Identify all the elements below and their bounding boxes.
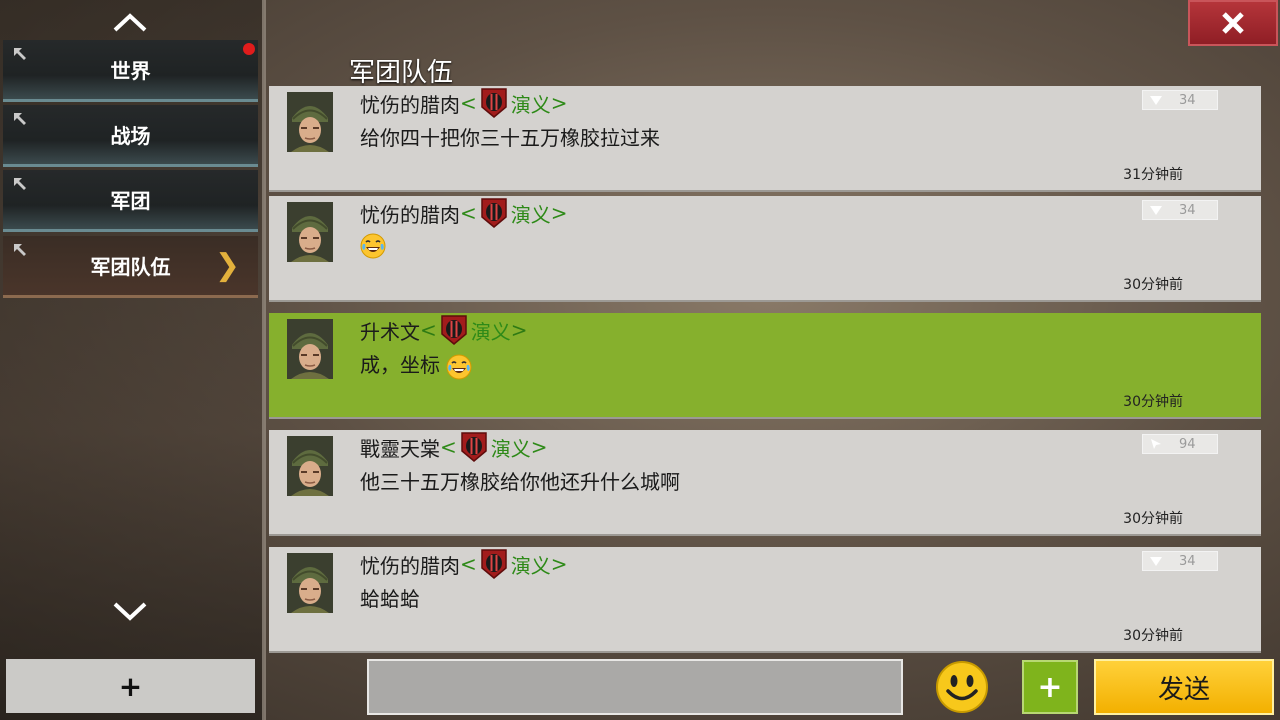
message-item[interactable]: 升术文 < 演义 > 成，坐标 30分钟前 xyxy=(269,313,1261,419)
level-value: 34 xyxy=(1179,553,1196,569)
guild-bracket-open: < xyxy=(440,435,457,459)
message-body: 他三十五万橡胶给你他还升什么城啊 xyxy=(360,470,680,494)
message-item[interactable]: 忧伤的腊肉 < 演义 > 蛤蛤蛤 34 30分钟前 xyxy=(269,547,1261,653)
guild-shield-icon xyxy=(481,198,507,228)
pin-icon xyxy=(14,113,26,125)
sidebar-divider xyxy=(262,0,266,720)
level-value: 94 xyxy=(1179,436,1196,452)
guild-bracket-close: > xyxy=(530,435,548,459)
close-icon xyxy=(1222,12,1244,34)
level-badge: 34 xyxy=(1142,200,1218,220)
message-header: 忧伤的腊肉 < 演义 > xyxy=(360,549,568,579)
message-header: 忧伤的腊肉 < 演义 > xyxy=(360,88,568,118)
message-text: 给你四十把你三十五万橡胶拉过来 xyxy=(360,122,660,151)
down-triangle-icon xyxy=(1150,557,1162,566)
laughing-tears-emoji-icon xyxy=(360,233,386,258)
scroll-up-chevron-icon[interactable] xyxy=(112,10,148,34)
emoji-button[interactable] xyxy=(935,660,989,714)
sidebar-tab-world[interactable]: 世界 xyxy=(3,40,258,102)
guild-shield-icon xyxy=(481,549,507,579)
sidebar-tab-label: 战场 xyxy=(110,124,151,148)
message-item[interactable]: 忧伤的腊肉 < 演义 > 34 30分钟前 xyxy=(269,196,1261,302)
message-header: 戰靈天棠 < 演义 > xyxy=(360,432,548,462)
sidebar-tab-legion-team[interactable]: 军团队伍 ❯ xyxy=(3,236,258,298)
avatar[interactable] xyxy=(287,553,333,613)
message-header: 忧伤的腊肉 < 演义 > xyxy=(360,198,568,228)
scroll-down-chevron-icon[interactable] xyxy=(112,600,148,624)
timestamp: 31分钟前 xyxy=(1123,167,1183,183)
pin-icon xyxy=(14,178,26,190)
message-text xyxy=(360,232,386,259)
attach-plus-button[interactable]: + xyxy=(1022,660,1078,714)
message-body: 给你四十把你三十五万橡胶拉过来 xyxy=(360,126,660,150)
add-channel-button[interactable]: + xyxy=(6,659,255,713)
down-triangle-icon xyxy=(1150,96,1162,105)
chevron-right-icon: ❯ xyxy=(214,248,240,283)
send-button[interactable]: 发送 xyxy=(1094,659,1274,715)
username[interactable]: 升术文 xyxy=(360,316,420,345)
message-item[interactable]: 忧伤的腊肉 < 演义 > 给你四十把你三十五万橡胶拉过来 34 31分钟前 xyxy=(269,86,1261,192)
level-value: 34 xyxy=(1179,92,1196,108)
level-value: 34 xyxy=(1179,202,1196,218)
message-header: 升术文 < 演义 > xyxy=(360,315,528,345)
guild-bracket-open: < xyxy=(460,552,477,576)
message-text: 他三十五万橡胶给你他还升什么城啊 xyxy=(360,466,680,495)
guild-name: 演义 xyxy=(470,319,511,344)
message-item[interactable]: 戰靈天棠 < 演义 > 他三十五万橡胶给你他还升什么城啊 94 30分钟前 xyxy=(269,430,1261,536)
guild-bracket-close: > xyxy=(550,201,568,225)
sidebar-tab-legion[interactable]: 军团 xyxy=(3,170,258,232)
username[interactable]: 忧伤的腊肉 xyxy=(360,550,460,579)
guild-name: 演义 xyxy=(510,553,551,578)
laughing-tears-emoji-icon xyxy=(446,354,472,379)
down-triangle-icon xyxy=(1150,206,1162,215)
timestamp: 30分钟前 xyxy=(1123,394,1183,410)
close-button[interactable] xyxy=(1188,0,1278,46)
message-text: 蛤蛤蛤 xyxy=(360,583,420,612)
message-body: 蛤蛤蛤 xyxy=(360,587,420,611)
timestamp: 30分钟前 xyxy=(1123,628,1183,644)
username[interactable]: 忧伤的腊肉 xyxy=(360,89,460,118)
message-body: 成，坐标 xyxy=(360,353,440,377)
timestamp: 30分钟前 xyxy=(1123,277,1183,293)
guild-name: 演义 xyxy=(490,436,531,461)
guild-name: 演义 xyxy=(510,92,551,117)
smiley-icon xyxy=(936,661,988,713)
sidebar-tab-battlefield[interactable]: 战场 xyxy=(3,105,258,167)
username[interactable]: 戰靈天棠 xyxy=(360,433,440,462)
guild-bracket-open: < xyxy=(460,91,477,115)
pin-icon xyxy=(14,244,26,256)
sidebar-tab-label: 世界 xyxy=(110,59,151,83)
message-input[interactable] xyxy=(367,659,903,715)
level-badge: 34 xyxy=(1142,551,1218,571)
guild-bracket-close: > xyxy=(550,552,568,576)
sidebar-tab-label: 军团 xyxy=(110,189,151,213)
level-badge: 94 xyxy=(1142,434,1218,454)
guild-name: 演义 xyxy=(510,202,551,227)
sidebar-tab-label: 军团队伍 xyxy=(90,255,171,279)
avatar[interactable] xyxy=(287,319,333,379)
arrow-cursor-icon xyxy=(1151,439,1161,449)
pin-icon xyxy=(14,48,26,60)
message-text: 成，坐标 xyxy=(360,349,472,380)
guild-bracket-open: < xyxy=(460,201,477,225)
guild-bracket-close: > xyxy=(510,318,528,342)
page-title: 军团队伍 xyxy=(349,58,454,88)
username[interactable]: 忧伤的腊肉 xyxy=(360,199,460,228)
guild-shield-icon xyxy=(481,88,507,118)
guild-shield-icon xyxy=(441,315,467,345)
timestamp: 30分钟前 xyxy=(1123,511,1183,527)
guild-shield-icon xyxy=(461,432,487,462)
avatar[interactable] xyxy=(287,436,333,496)
level-badge: 34 xyxy=(1142,90,1218,110)
notification-dot xyxy=(243,43,255,55)
guild-bracket-open: < xyxy=(420,318,437,342)
avatar[interactable] xyxy=(287,92,333,152)
avatar[interactable] xyxy=(287,202,333,262)
guild-bracket-close: > xyxy=(550,91,568,115)
